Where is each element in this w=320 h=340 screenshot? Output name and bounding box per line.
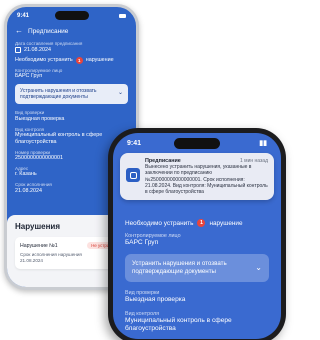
app-icon	[126, 168, 140, 182]
front-phone-notch	[174, 138, 220, 149]
back-status-time: 9:41	[17, 13, 30, 19]
signal-battery-icon: ▮▮	[259, 140, 267, 147]
back-phone-notch	[54, 11, 89, 20]
front-status-time: 9:41	[127, 139, 142, 147]
violations-suffix: нарушение	[85, 57, 114, 63]
violation-card-title: Нарушение №1	[20, 242, 58, 249]
back-header-title: Предписание	[28, 27, 69, 35]
date-caption: Дата составления предписания	[15, 41, 83, 46]
type-value: Выездная проверка	[125, 296, 186, 304]
front-details: Необходимо устранить 1 нарушение Контрол…	[113, 219, 281, 339]
type-caption: Вид проверки	[125, 289, 160, 296]
date-value: 21.08.2024	[24, 46, 51, 53]
type-value: Выездная проверка	[15, 115, 65, 122]
front-phone: 9:41 ▮▮ Предписание 1 мин назад Вынесено…	[108, 128, 286, 340]
back-header: ← Предписание	[7, 25, 136, 41]
push-notification-body: Предписание 1 мин назад Вынесено устрани…	[145, 158, 268, 195]
violations-count-badge: 1	[75, 56, 83, 64]
violations-count-badge: 1	[197, 219, 206, 227]
control-value: Муниципальный контроль в сфере благоустр…	[125, 317, 232, 333]
status-select-value: Устранить нарушения и отозвать подтвержд…	[20, 87, 97, 100]
back-arrow-icon[interactable]: ←	[15, 27, 23, 35]
control-caption: Вид контроля	[15, 126, 45, 132]
status-select[interactable]: Устранить нарушения и отозвать подтвержд…	[15, 83, 128, 105]
controlled-value: БАРС Груп	[125, 239, 159, 247]
type-caption: Вид проверки	[15, 110, 45, 116]
controlled-caption: Контролируемое лицо	[15, 67, 63, 73]
chevron-down-icon: ⌄	[117, 90, 123, 97]
violations-row: Необходимо устранить 1 нарушение	[125, 219, 269, 227]
status-select[interactable]: Устранить нарушения и отозвать подтвержд…	[125, 253, 269, 282]
control-caption: Вид контроля	[125, 310, 160, 317]
chevron-down-icon: ⌄	[255, 262, 262, 272]
front-phone-screen: 9:41 ▮▮ Предписание 1 мин назад Вынесено…	[113, 133, 281, 339]
push-notification[interactable]: Предписание 1 мин назад Вынесено устрани…	[120, 153, 274, 201]
status-select-value: Устранить нарушения и отозвать подтвержд…	[132, 259, 227, 275]
push-text: Вынесено устранить нарушения, указанные …	[145, 164, 268, 195]
violations-label: Необходимо устранить	[15, 57, 73, 63]
violations-row: Необходимо устранить 1 нарушение	[15, 56, 128, 64]
calendar-icon	[15, 46, 21, 53]
violations-label: Необходимо устранить	[125, 219, 194, 227]
controlled-value: БАРС Груп	[15, 73, 43, 79]
controlled-caption: Контролируемое лицо	[125, 233, 181, 239]
signal-battery-icon	[119, 14, 126, 18]
date-row: 21.08.2024	[15, 46, 128, 53]
violations-suffix: нарушение	[209, 219, 243, 227]
